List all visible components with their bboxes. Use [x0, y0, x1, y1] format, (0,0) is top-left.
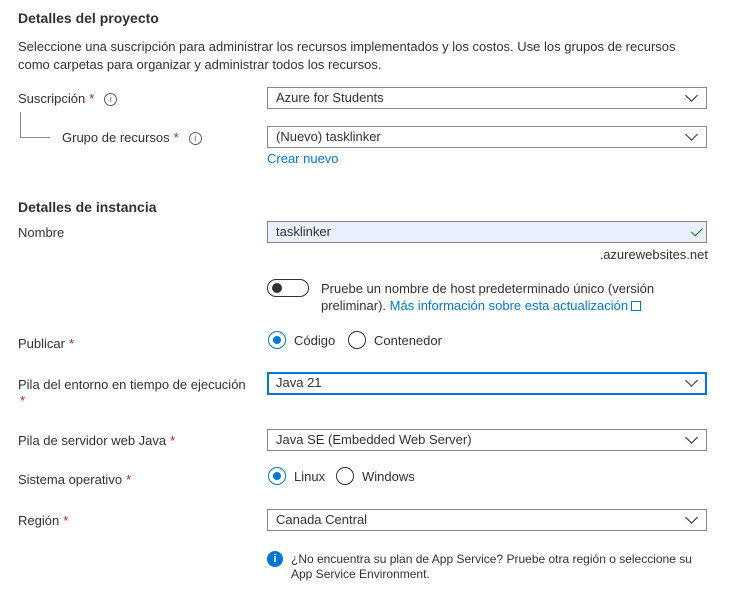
webserver-label-text: Pila de servidor web Java	[18, 433, 167, 448]
os-label: Sistema operativo *	[18, 472, 131, 487]
project-details-heading: Detalles del proyecto	[18, 10, 159, 26]
required-mark: *	[126, 472, 132, 487]
chevron-down-icon	[685, 89, 698, 102]
webserver-value: Java SE (Embedded Web Server)	[276, 432, 472, 447]
publish-label-text: Publicar	[18, 336, 65, 351]
publish-code-radio[interactable]	[268, 331, 286, 349]
subscription-value: Azure for Students	[276, 90, 384, 105]
domain-suffix: .azurewebsites.net	[599, 247, 708, 262]
checkmark-icon	[690, 224, 704, 237]
unique-hostname-toggle[interactable]	[267, 279, 309, 297]
region-label: Región *	[18, 513, 68, 528]
name-input-value: tasklinker	[276, 224, 331, 239]
name-input[interactable]: tasklinker	[267, 221, 707, 243]
os-windows-label[interactable]: Windows	[362, 469, 415, 484]
chevron-down-icon	[685, 431, 698, 444]
publish-label: Publicar *	[18, 336, 74, 351]
project-description: Seleccione una suscripción para administ…	[18, 39, 676, 72]
runtime-label: Pila del entorno en tiempo de ejecución	[18, 377, 246, 392]
webserver-label: Pila de servidor web Java *	[18, 433, 175, 448]
runtime-stack-value: Java 21	[276, 375, 322, 390]
os-linux-label[interactable]: Linux	[294, 469, 325, 484]
instance-details-heading: Detalles de instancia	[18, 199, 157, 215]
region-value: Canada Central	[276, 512, 368, 527]
chevron-down-icon	[685, 511, 698, 524]
required-mark: *	[20, 393, 26, 408]
toggle-knob	[272, 283, 282, 293]
info-icon[interactable]: i	[104, 93, 118, 107]
resource-group-label: Grupo de recursos * i	[62, 130, 202, 146]
tree-connector-vertical	[20, 112, 21, 137]
external-link-icon	[631, 301, 642, 311]
required-mark: *	[63, 513, 69, 528]
region-label-text: Región	[18, 513, 60, 528]
publish-container-label[interactable]: Contenedor	[374, 333, 442, 348]
resource-group-dropdown[interactable]: (Nuevo) tasklinker	[267, 126, 707, 148]
subscription-label: Suscripción * i	[18, 91, 118, 107]
webserver-dropdown[interactable]: Java SE (Embedded Web Server)	[267, 429, 707, 451]
required-mark: *	[89, 91, 95, 106]
name-label: Nombre	[18, 225, 65, 240]
os-linux-radio[interactable]	[268, 467, 286, 485]
os-label-text: Sistema operativo	[18, 472, 123, 487]
resource-group-value: (Nuevo) tasklinker	[276, 129, 381, 144]
learn-more-link[interactable]: Más información sobre esta actualización	[390, 298, 628, 313]
publish-code-label[interactable]: Código	[294, 333, 335, 348]
chevron-down-icon	[685, 128, 698, 141]
required-mark: *	[170, 433, 176, 448]
region-dropdown[interactable]: Canada Central	[267, 509, 707, 531]
info-icon[interactable]: i	[188, 132, 202, 146]
publish-container-radio[interactable]	[348, 331, 366, 349]
region-note: ¿No encuentra su plan de App Service? Pr…	[291, 552, 692, 581]
subscription-dropdown[interactable]: Azure for Students	[267, 87, 707, 109]
info-filled-icon: i	[267, 551, 283, 567]
chevron-down-icon	[685, 374, 698, 387]
toggle-description: Pruebe un nombre de host predeterminado …	[321, 280, 706, 314]
tree-connector-horizontal	[20, 137, 50, 138]
os-windows-radio[interactable]	[336, 467, 354, 485]
runtime-stack-dropdown[interactable]: Java 21	[267, 372, 707, 395]
required-mark: *	[68, 336, 75, 351]
subscription-label-text: Suscripción	[18, 91, 86, 106]
create-new-link[interactable]: Crear nuevo	[267, 151, 339, 166]
resource-group-label-text: Grupo de recursos	[62, 130, 170, 145]
required-mark: *	[173, 130, 179, 145]
